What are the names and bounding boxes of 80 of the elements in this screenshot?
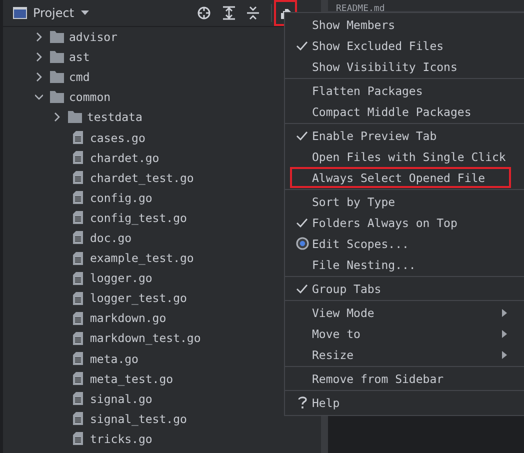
tree-item[interactable]: ast — [69, 50, 90, 64]
menu-item[interactable]: Edit Scopes... — [285, 233, 519, 254]
chevron-right-icon[interactable] — [35, 32, 43, 42]
file-icon — [73, 211, 83, 224]
menu-item[interactable]: Open Files with Single Click — [285, 146, 519, 167]
file-icon — [73, 352, 83, 366]
tree-item[interactable]: example_test.go — [90, 251, 194, 266]
menu-item[interactable]: Enable Preview Tab — [285, 125, 519, 146]
submenu-arrow-icon — [502, 308, 507, 316]
checkmark-icon — [296, 218, 308, 228]
tree-item[interactable]: doc.go — [90, 230, 132, 245]
checkmark-icon — [296, 284, 308, 294]
file-icon — [73, 312, 83, 325]
folder-icon — [50, 31, 64, 44]
menu-item[interactable]: Move to — [285, 323, 519, 344]
tree-item[interactable]: markdown.go — [90, 311, 166, 326]
menu-item[interactable]: View Mode — [285, 302, 519, 323]
file-icon — [73, 332, 83, 345]
menu-item[interactable]: Group Tabs — [285, 278, 519, 299]
chevron-right-icon[interactable] — [53, 112, 61, 122]
file-icon — [73, 432, 83, 446]
checkmark-icon — [296, 130, 308, 140]
submenu-arrow-icon — [502, 330, 507, 338]
folder-icon — [68, 111, 82, 124]
folder-icon — [50, 71, 64, 84]
file-icon — [73, 231, 83, 244]
tree-item[interactable]: signal_test.go — [90, 412, 187, 426]
menu-item[interactable]: Sort by Type — [285, 191, 519, 212]
tree-item[interactable]: meta_test.go — [90, 372, 174, 386]
menu-item[interactable]: Help — [285, 392, 519, 413]
tree-item[interactable]: advisor — [69, 30, 118, 44]
file-icon — [73, 392, 83, 406]
file-icon — [73, 372, 83, 386]
tree-item[interactable]: logger_test.go — [90, 291, 187, 306]
tree-item[interactable]: tricks.go — [90, 432, 152, 446]
collapse-all-icon[interactable] — [247, 6, 259, 20]
locate-icon[interactable] — [197, 6, 211, 20]
file-icon — [73, 252, 83, 265]
panel-icon — [13, 7, 27, 19]
checkmark-icon — [296, 40, 308, 50]
menu-item[interactable]: Flatten Packages — [285, 80, 519, 101]
tree-item[interactable]: chardet_test.go — [90, 170, 194, 185]
file-icon — [73, 131, 83, 144]
tree-item[interactable]: logger.go — [90, 271, 152, 286]
chevron-right-icon[interactable] — [35, 52, 43, 62]
help-icon — [298, 396, 306, 409]
tree-item[interactable]: chardet.go — [90, 150, 160, 165]
menu-item[interactable]: Folders Always on Top — [285, 212, 519, 233]
radio-icon — [296, 237, 308, 250]
menu-item[interactable]: Remove from Sidebar — [285, 368, 519, 389]
chevron-down-icon[interactable] — [35, 92, 43, 102]
dropdown-caret-icon[interactable] — [80, 10, 90, 16]
file-icon — [73, 412, 83, 426]
tree-item[interactable]: common — [69, 90, 111, 104]
tree-item[interactable]: cases.go — [90, 130, 146, 145]
menu-item[interactable]: Resize — [285, 344, 519, 365]
tree-item[interactable]: meta.go — [90, 352, 138, 366]
file-icon — [73, 171, 83, 184]
file-icon — [73, 292, 83, 305]
folder-icon — [50, 51, 64, 64]
tree-item[interactable]: config.go — [90, 190, 152, 205]
file-icon — [73, 272, 83, 285]
tree-item[interactable]: signal.go — [90, 392, 152, 406]
menu-item[interactable]: Always Select Opened File — [290, 167, 511, 188]
submenu-arrow-icon — [502, 350, 507, 358]
panel-title[interactable]: Project — [33, 6, 74, 20]
menu-item[interactable]: Show Excluded Files — [285, 35, 519, 56]
menu-item[interactable]: File Nesting... — [285, 254, 519, 275]
menu-item[interactable]: Show Visibility Icons — [285, 56, 519, 77]
chevron-right-icon[interactable] — [35, 72, 43, 82]
file-icon — [73, 151, 83, 164]
tree-item[interactable]: cmd — [69, 70, 90, 84]
menu-item[interactable]: Compact Middle Packages — [285, 101, 519, 122]
tree-item[interactable]: config_test.go — [90, 210, 187, 225]
file-icon — [73, 191, 83, 204]
tree-item[interactable]: testdata — [87, 110, 142, 124]
menu-item[interactable]: Show Members — [285, 14, 519, 35]
folder-icon — [50, 91, 64, 104]
expand-all-icon[interactable] — [223, 6, 235, 20]
tree-item[interactable]: markdown_test.go — [90, 331, 201, 346]
